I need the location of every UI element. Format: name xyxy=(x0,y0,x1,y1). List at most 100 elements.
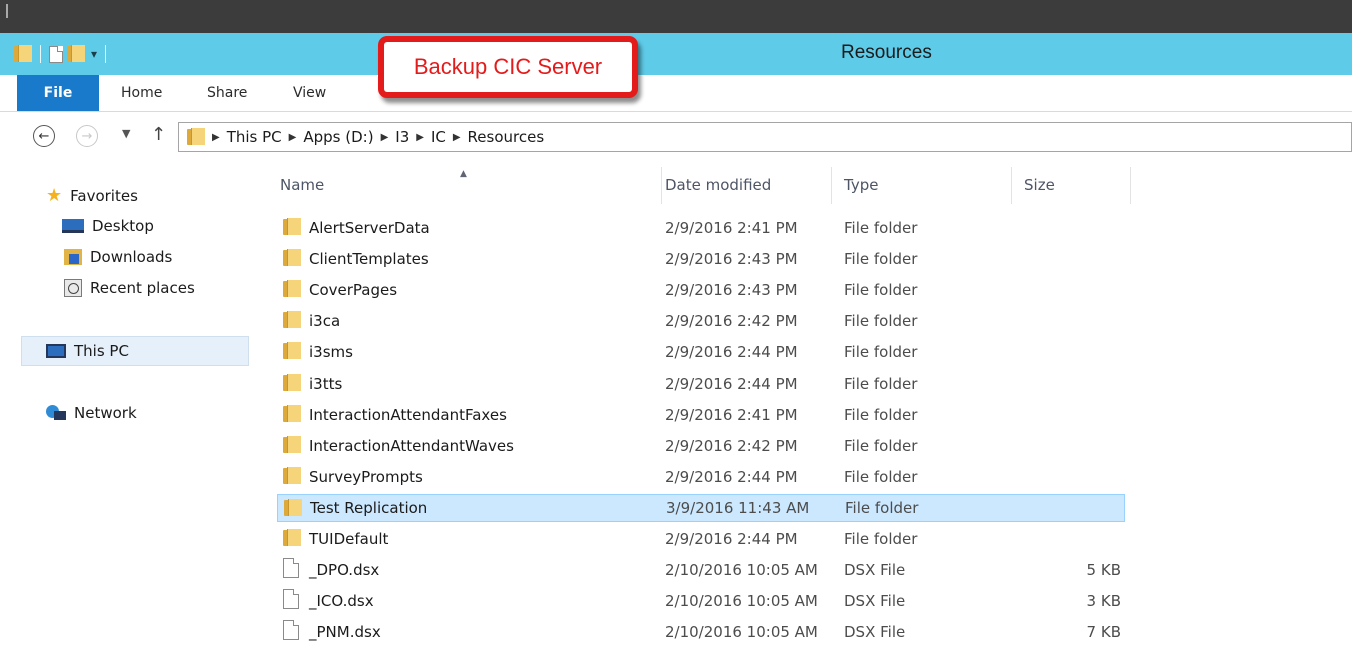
file-row[interactable]: _DPO.dsx 2/10/2016 10:05 AM DSX File 5 KB xyxy=(277,556,1125,584)
address-bar[interactable]: ▶ This PC ▶ Apps (D:) ▶ I3 ▶ IC ▶ Resour… xyxy=(178,122,1352,152)
file-date-modified: 2/9/2016 2:44 PM xyxy=(665,374,798,393)
breadcrumb-chevron-icon[interactable]: ▶ xyxy=(289,132,297,143)
folder-icon xyxy=(283,435,301,458)
nav-desktop[interactable]: Desktop xyxy=(62,217,154,235)
nav-label: Desktop xyxy=(92,217,154,235)
recent-places-icon xyxy=(64,279,82,297)
breadcrumb-item[interactable]: Apps (D:) xyxy=(303,128,373,146)
file-name: InteractionAttendantFaxes xyxy=(309,405,507,424)
nav-label: Network xyxy=(74,404,137,422)
desktop-icon xyxy=(62,219,84,233)
file-name: _ICO.dsx xyxy=(309,592,374,611)
nav-recent-places[interactable]: Recent places xyxy=(64,279,195,297)
file-row[interactable]: Test Replication 3/9/2016 11:43 AM File fo… xyxy=(277,493,1125,522)
column-header-size[interactable]: Size xyxy=(1014,167,1131,204)
top-bar-notch xyxy=(6,4,8,18)
folder-icon xyxy=(283,280,301,302)
annotation-callout: Backup CIC Server xyxy=(378,36,638,98)
tab-share[interactable]: Share xyxy=(207,75,247,111)
tab-file[interactable]: File xyxy=(17,75,99,111)
network-icon xyxy=(46,405,66,421)
folder-icon xyxy=(283,404,301,427)
top-dark-bar xyxy=(0,0,1352,33)
file-type: File folder xyxy=(844,530,918,548)
nav-downloads[interactable]: Downloads xyxy=(64,248,172,266)
file-row[interactable]: CoverPages 2/9/2016 2:43 PM File folder xyxy=(277,276,1125,304)
folder-icon[interactable] xyxy=(14,45,32,63)
tab-view[interactable]: View xyxy=(293,75,326,111)
star-icon: ★ xyxy=(46,185,63,206)
file-name: i3tts xyxy=(309,374,343,393)
file-type: File folder xyxy=(844,467,918,486)
file-name: _DPO.dsx xyxy=(309,561,380,580)
file-row[interactable]: i3ca 2/9/2016 2:42 PM File folder xyxy=(277,307,1125,335)
column-header-type[interactable]: Type xyxy=(834,167,1012,204)
file-name: i3sms xyxy=(309,343,353,362)
file-icon xyxy=(283,558,299,582)
file-date-modified: 2/9/2016 2:42 PM xyxy=(665,312,798,331)
breadcrumb-item[interactable]: This PC xyxy=(227,128,282,146)
breadcrumb-chevron-icon[interactable]: ▶ xyxy=(453,132,461,143)
nav-label: This PC xyxy=(74,342,129,360)
file-date-modified: 3/9/2016 11:43 AM xyxy=(666,498,810,517)
nav-this-pc[interactable]: This PC xyxy=(21,336,249,366)
tab-home[interactable]: Home xyxy=(121,75,162,111)
file-name: TUIDefault xyxy=(309,530,389,548)
file-date-modified: 2/9/2016 2:44 PM xyxy=(665,467,798,486)
up-arrow-icon[interactable]: ↑ xyxy=(151,124,166,145)
file-row[interactable]: InteractionAttendantWaves 2/9/2016 2:42 P… xyxy=(277,432,1125,460)
downloads-icon xyxy=(64,248,82,266)
file-row[interactable]: _PNM.dsx 2/10/2016 10:05 AM DSX File 7 KB xyxy=(277,618,1125,646)
nav-label: Downloads xyxy=(90,248,173,266)
breadcrumb-chevron-icon[interactable]: ▶ xyxy=(212,132,220,143)
file-list: ▲ Name Date modified Type Size AlertServ… xyxy=(252,160,1352,658)
file-type: File folder xyxy=(844,219,918,237)
file-row[interactable]: i3tts 2/9/2016 2:44 PM File folder xyxy=(277,370,1125,398)
qat-separator xyxy=(105,45,107,63)
recent-locations-dropdown-icon[interactable]: ▼ xyxy=(122,127,130,140)
file-row[interactable]: TUIDefault 2/9/2016 2:44 PM File folder xyxy=(277,525,1125,553)
folder-icon xyxy=(283,466,301,489)
breadcrumb-item[interactable]: IC xyxy=(431,128,446,146)
file-date-modified: 2/9/2016 2:44 PM xyxy=(665,530,798,548)
file-icon xyxy=(283,620,299,644)
file-type: DSX File xyxy=(844,561,906,580)
file-size: 5 KB xyxy=(1086,561,1121,580)
folder-icon xyxy=(283,373,301,396)
breadcrumb-chevron-icon[interactable]: ▶ xyxy=(381,132,389,143)
file-row[interactable]: SurveyPrompts 2/9/2016 2:44 PM File folder xyxy=(277,463,1125,491)
folder-icon xyxy=(187,128,205,146)
file-date-modified: 2/9/2016 2:44 PM xyxy=(665,343,798,362)
file-size: 7 KB xyxy=(1086,623,1121,642)
file-date-modified: 2/9/2016 2:41 PM xyxy=(665,219,798,237)
file-row[interactable]: i3sms 2/9/2016 2:44 PM File folder xyxy=(277,338,1125,366)
properties-icon[interactable] xyxy=(49,45,63,63)
nav-label: Recent places xyxy=(90,279,195,297)
address-row: ← → ▼ ↑ ▶ This PC ▶ Apps (D:) ▶ I3 ▶ IC … xyxy=(0,112,1352,160)
breadcrumb-item[interactable]: Resources xyxy=(468,128,545,146)
folder-icon xyxy=(283,249,301,271)
file-row[interactable]: InteractionAttendantFaxes 2/9/2016 2:41 P… xyxy=(277,401,1125,429)
file-type: File folder xyxy=(844,374,918,393)
file-row[interactable]: ClientTemplates 2/9/2016 2:43 PM File fold… xyxy=(277,245,1125,273)
file-date-modified: 2/10/2016 10:05 AM xyxy=(665,623,818,642)
file-name: _PNM.dsx xyxy=(309,623,381,642)
file-type: File folder xyxy=(844,281,918,300)
file-row[interactable]: _ICO.dsx 2/10/2016 10:05 AM DSX File 3 KB xyxy=(277,587,1125,615)
nav-label: Favorites xyxy=(70,186,138,205)
file-name: AlertServerData xyxy=(309,219,430,237)
new-folder-icon[interactable] xyxy=(67,45,85,63)
customize-qat-dropdown-icon[interactable]: ▾ xyxy=(91,47,97,61)
forward-arrow-icon[interactable]: → xyxy=(76,125,98,147)
file-name: SurveyPrompts xyxy=(309,467,423,486)
file-size: 3 KB xyxy=(1086,592,1121,611)
column-header-name[interactable]: Name xyxy=(270,167,662,204)
back-arrow-icon[interactable]: ← xyxy=(33,125,55,147)
breadcrumb-item[interactable]: I3 xyxy=(395,128,409,146)
file-type: File folder xyxy=(844,312,918,331)
breadcrumb-chevron-icon[interactable]: ▶ xyxy=(416,132,424,143)
nav-network[interactable]: Network xyxy=(46,404,137,422)
nav-favorites[interactable]: ★ Favorites xyxy=(46,185,138,206)
file-row[interactable]: AlertServerData 2/9/2016 2:41 PM File fold… xyxy=(277,214,1125,242)
column-header-date[interactable]: Date modified xyxy=(655,167,832,204)
